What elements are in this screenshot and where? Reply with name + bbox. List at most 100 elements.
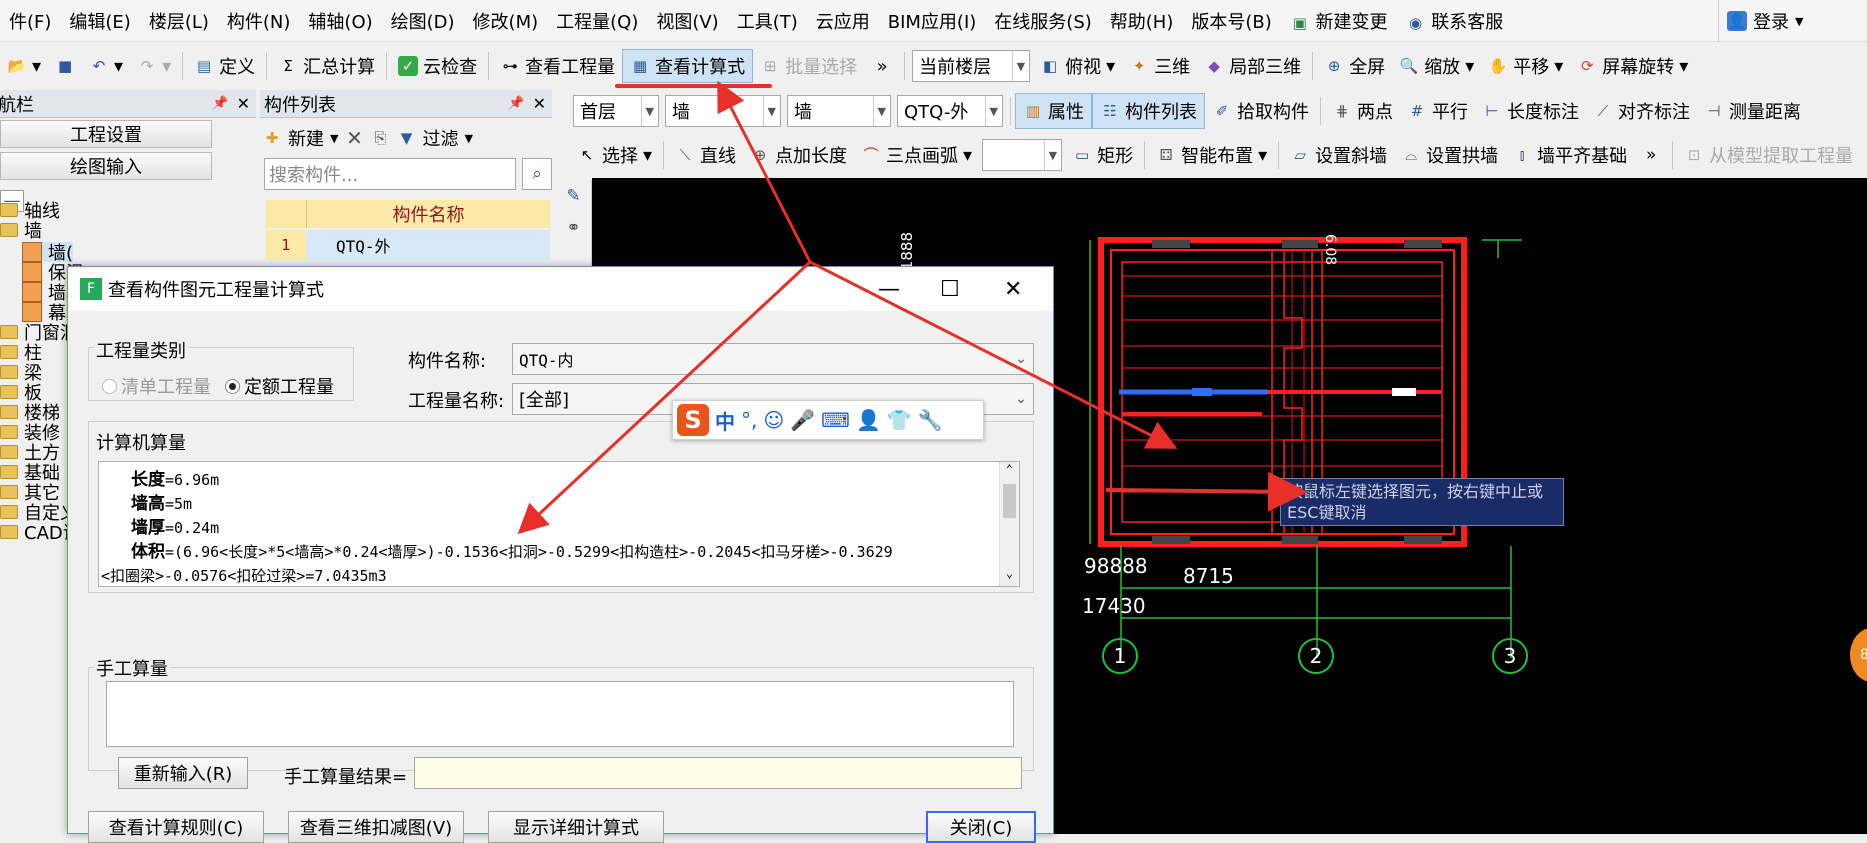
- close-button[interactable]: 关闭(C): [926, 811, 1036, 843]
- 3d-button[interactable]: ✦ 三维: [1122, 49, 1197, 83]
- point-length-button[interactable]: ⊕ 点加长度: [743, 138, 854, 172]
- copy-icon[interactable]: ⎘: [370, 128, 390, 148]
- menu-item[interactable]: 辅轴(O): [299, 8, 381, 34]
- more-chevron[interactable]: »: [864, 56, 900, 77]
- user-icon[interactable]: 👤: [856, 408, 881, 432]
- component-select[interactable]: QTQ-外 ▼: [897, 95, 1003, 127]
- open-button[interactable]: 📂 ▾: [0, 49, 48, 83]
- fullscreen-button[interactable]: ⊕ 全屏: [1317, 49, 1392, 83]
- punct-icon[interactable]: °,: [741, 408, 757, 432]
- project-settings-button[interactable]: 工程设置: [0, 120, 212, 148]
- menu-item[interactable]: 楼层(L): [140, 8, 218, 34]
- type2-select[interactable]: 墙 ▼: [787, 95, 891, 127]
- new-button[interactable]: 新建: [288, 125, 324, 151]
- component-list-button[interactable]: ☷ 构件列表: [1092, 93, 1205, 129]
- bill-qty-radio[interactable]: 清单工程量: [102, 373, 211, 399]
- ime-lang-toggle[interactable]: 中: [715, 406, 735, 435]
- quota-qty-radio[interactable]: 定额工程量: [225, 373, 334, 399]
- formula-textarea[interactable]: 长度=6.96m 墙高=5m 墙厚=0.24m 体积=(6.96<长度>*5<墙高>*…: [98, 461, 1020, 587]
- menu-item[interactable]: 视图(V): [647, 8, 727, 34]
- set-arch-button[interactable]: ⌓ 设置拱墙: [1394, 138, 1505, 172]
- arc-button[interactable]: ⌒ 三点画弧 ▾: [854, 138, 979, 172]
- manual-calc-textarea[interactable]: [106, 681, 1014, 747]
- close-icon[interactable]: ✕: [1004, 267, 1022, 311]
- rotate-button[interactable]: ⟳ 屏幕旋转 ▾: [1570, 49, 1695, 83]
- line-button[interactable]: ⟍ 直线: [668, 138, 743, 172]
- redo-button[interactable]: ↷ ▾: [130, 49, 178, 83]
- type1-select[interactable]: 墙 ▼: [665, 95, 781, 127]
- menu-item[interactable]: 编辑(E): [60, 8, 139, 34]
- undo-button[interactable]: ↶ ▾: [82, 49, 130, 83]
- close-icon[interactable]: ✕: [533, 94, 546, 113]
- maximize-icon[interactable]: ☐: [940, 267, 960, 311]
- top-view-button[interactable]: ◧ 俯视 ▾: [1033, 49, 1122, 83]
- menu-item[interactable]: 绘图(D): [382, 8, 464, 34]
- pin-icon[interactable]: 📌: [212, 96, 228, 111]
- arc-option-select[interactable]: ▼: [982, 139, 1063, 171]
- menu-item[interactable]: 工具(T): [728, 8, 807, 34]
- menu-item[interactable]: 帮助(H): [1101, 8, 1183, 34]
- menu-item[interactable]: 工程量(Q): [547, 8, 647, 34]
- drawing-input-button[interactable]: 绘图输入: [0, 152, 212, 180]
- extract-button[interactable]: ⊡ 从模型提取工程量: [1677, 138, 1860, 172]
- emoji-icon[interactable]: ☺: [763, 408, 784, 432]
- comp-name-select[interactable]: QTQ-内 ⌄: [512, 343, 1034, 375]
- manual-result-field[interactable]: [414, 757, 1022, 789]
- menu-item[interactable]: 修改(M): [464, 8, 548, 34]
- attribute-button[interactable]: ▥ 属性: [1015, 93, 1092, 129]
- pan-button[interactable]: ✋ 平移 ▾: [1481, 49, 1570, 83]
- pick-component-button[interactable]: ✐ 拾取构件: [1205, 94, 1316, 128]
- search-input[interactable]: 搜索构件...: [264, 158, 516, 190]
- settings-wrench-icon[interactable]: 🔧: [918, 408, 943, 432]
- parallel-button[interactable]: # 平行: [1400, 94, 1475, 128]
- save-button[interactable]: ■: [48, 49, 82, 83]
- filter-button[interactable]: 过滤: [422, 125, 458, 151]
- close-icon[interactable]: ✕: [237, 94, 250, 113]
- align-dim-button[interactable]: ⟋ 对齐标注: [1586, 94, 1697, 128]
- reinput-button[interactable]: 重新输入(R): [118, 757, 248, 789]
- more-chevron[interactable]: »: [1634, 145, 1668, 165]
- pin-icon[interactable]: 📌: [508, 96, 524, 111]
- skin-icon[interactable]: 👕: [887, 408, 912, 432]
- define-button[interactable]: ▤ 定义: [187, 49, 262, 83]
- menu-item[interactable]: 件(F): [0, 8, 60, 34]
- length-dim-button[interactable]: ⊢ 长度标注: [1475, 94, 1586, 128]
- align-base-button[interactable]: ⫾ 墙平齐基础: [1505, 138, 1634, 172]
- table-row[interactable]: QTQ-外: [306, 230, 550, 260]
- sum-calc-button[interactable]: Σ 汇总计算: [271, 49, 382, 83]
- zoom-button[interactable]: 🔍 缩放 ▾: [1392, 49, 1481, 83]
- menu-item[interactable]: 版本号(B): [1182, 8, 1280, 34]
- menu-item[interactable]: 在线服务(S): [985, 8, 1100, 34]
- floor-select[interactable]: 首层 ▼: [573, 95, 659, 127]
- search-icon[interactable]: ⌕: [522, 158, 552, 190]
- menu-item[interactable]: ▣ 新建变更: [1281, 8, 1397, 34]
- partial-3d-button[interactable]: ◆ 局部三维: [1197, 49, 1308, 83]
- rect-button[interactable]: ▭ 矩形: [1065, 138, 1140, 172]
- view-3d-deduct-button[interactable]: 查看三维扣减图(V): [288, 811, 464, 843]
- nav-tree-item[interactable]: 墙: [0, 220, 42, 242]
- mic-icon[interactable]: 🎤: [790, 408, 815, 432]
- pen-icon[interactable]: ✎: [556, 180, 591, 212]
- show-detail-button[interactable]: 显示详细计算式: [488, 811, 664, 843]
- view-quantity-button[interactable]: ⊶ 查看工程量: [493, 49, 622, 83]
- select-button[interactable]: ↖ 选择 ▾: [570, 138, 659, 172]
- minimize-icon[interactable]: —: [878, 267, 900, 311]
- measure-button[interactable]: ⊣ 测量距离: [1697, 94, 1808, 128]
- keyboard-icon[interactable]: ⌨: [821, 408, 850, 432]
- link-icon[interactable]: ⚭: [556, 212, 591, 244]
- menu-item[interactable]: 云应用: [807, 8, 879, 34]
- smart-layout-button[interactable]: ⚃ 智能布置 ▾: [1149, 138, 1274, 172]
- menu-item[interactable]: BIM应用(I): [879, 8, 986, 34]
- delete-icon[interactable]: ✕: [344, 128, 364, 148]
- menu-item[interactable]: ◉ 联系客服: [1397, 8, 1513, 34]
- two-points-button[interactable]: ⋕ 两点: [1325, 94, 1400, 128]
- formula-scrollbar[interactable]: ⌃ ⌄: [999, 462, 1019, 586]
- login-button[interactable]: 登录: [1753, 8, 1789, 34]
- view-formula-button[interactable]: ▦ 查看计算式: [615, 49, 773, 88]
- cloud-check-button[interactable]: ✓ 云检查: [391, 49, 484, 83]
- set-slope-button[interactable]: ▱ 设置斜墙: [1283, 138, 1394, 172]
- menu-item[interactable]: 构件(N): [218, 8, 300, 34]
- current-floor-select[interactable]: 当前楼层 ▼: [912, 50, 1031, 82]
- batch-select-button[interactable]: ⊞ 批量选择: [753, 49, 864, 83]
- view-rules-button[interactable]: 查看计算规则(C): [88, 811, 264, 843]
